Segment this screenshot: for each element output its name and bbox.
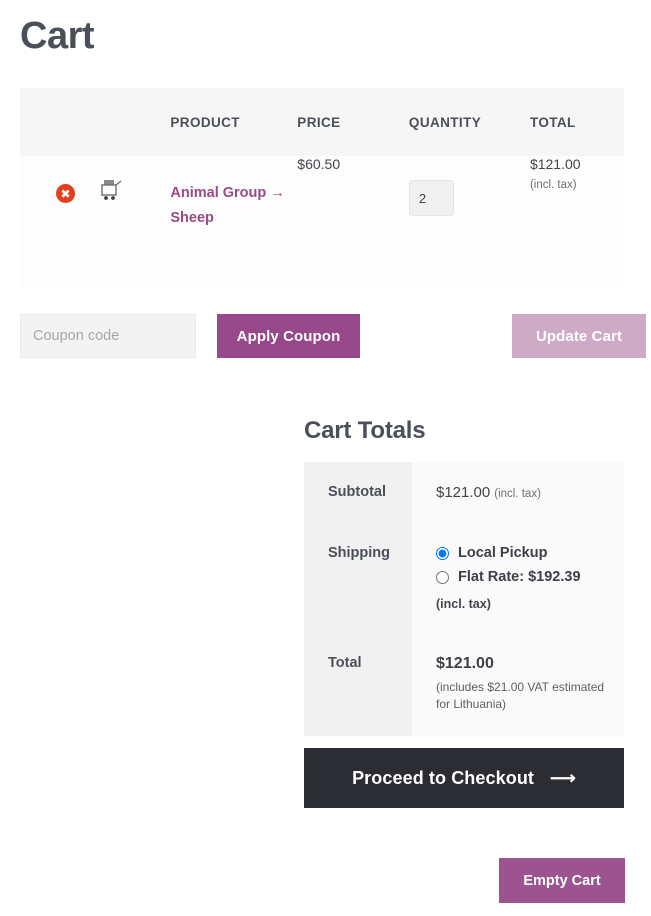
column-header-thumbnail (97, 88, 171, 156)
proceed-to-checkout-button[interactable]: Proceed to Checkout ⟶ (304, 748, 624, 808)
shipping-option-flat-rate[interactable]: Flat Rate: $192.39 (436, 569, 608, 585)
subtotal-label: Subtotal (304, 462, 412, 523)
cell-thumbnail (97, 156, 171, 286)
product-arrow-icon: → (270, 185, 285, 201)
line-total-tax-note: (incl. tax) (529, 179, 577, 191)
subtotal-tax-note: (incl. tax) (494, 488, 541, 500)
coupon-code-input[interactable] (20, 314, 196, 358)
cart-table-body: ✖ Animal Group → Sheep $60.50 2 $121.00 … (20, 156, 624, 286)
total-value: $121.00 (includes $21.00 VAT estimated f… (412, 633, 624, 736)
shipping-option-local-pickup[interactable]: Local Pickup (436, 545, 608, 561)
checkout-label: Proceed to Checkout (352, 767, 535, 788)
grand-total-amount: $121.00 (436, 655, 494, 672)
totals-row-total: Total $121.00 (includes $21.00 VAT estim… (304, 633, 624, 736)
column-header-product: PRODUCT (170, 88, 298, 156)
shipping-radio-local-pickup[interactable] (436, 546, 449, 560)
cart-item-row: ✖ Animal Group → Sheep $60.50 2 $121.00 … (20, 156, 624, 286)
cart-totals-title: Cart Totals (304, 417, 426, 444)
page-title: Cart (20, 15, 95, 57)
apply-coupon-button[interactable]: Apply Coupon (217, 314, 360, 358)
shipping-label: Shipping (304, 523, 412, 633)
cart-table-header-row: PRODUCT PRICE QUANTITY TOTAL (20, 88, 624, 156)
quantity-input[interactable] (408, 180, 454, 216)
cart-table: PRODUCT PRICE QUANTITY TOTAL ✖ Animal Gr… (20, 88, 624, 286)
cart-actions-row: Apply Coupon Update Cart (20, 314, 646, 358)
line-total-amount: $121.00 (529, 156, 581, 172)
total-label: Total (304, 633, 412, 736)
totals-row-subtotal: Subtotal $121.00 (incl. tax) (304, 462, 624, 523)
subtotal-amount: $121.00 (436, 484, 491, 501)
subtotal-value: $121.00 (incl. tax) (412, 462, 624, 523)
arrow-right-icon: ⟶ (550, 767, 576, 788)
cart-table-head: PRODUCT PRICE QUANTITY TOTAL (20, 88, 624, 156)
shipping-tax-note: (incl. tax) (436, 597, 491, 611)
cell-line-total: $121.00 (incl. tax) (529, 156, 624, 286)
cell-product-name: Animal Group → Sheep (170, 156, 298, 286)
product-link[interactable]: Animal Group → Sheep (170, 181, 297, 231)
column-header-total: TOTAL (529, 88, 624, 156)
cart-totals-table: Subtotal $121.00 (incl. tax) Shipping Lo… (304, 462, 624, 736)
empty-cart-button[interactable]: Empty Cart (499, 858, 625, 903)
shipping-option-flat-rate-label: Flat Rate: $192.39 (458, 569, 581, 585)
product-name-text: Animal Group (170, 185, 267, 201)
shipping-radio-flat-rate[interactable] (436, 570, 449, 584)
shipping-option-local-pickup-label: Local Pickup (458, 545, 548, 561)
remove-item-icon[interactable]: ✖ (56, 184, 75, 203)
shipping-value: Local Pickup Flat Rate: $192.39 (incl. t… (412, 523, 624, 633)
cell-quantity (408, 156, 530, 286)
cart-placeholder-icon[interactable] (98, 178, 124, 204)
column-header-quantity: QUANTITY (408, 88, 530, 156)
column-header-price: PRICE (297, 88, 409, 156)
update-cart-button[interactable]: Update Cart (512, 314, 646, 358)
cell-remove: ✖ (20, 156, 98, 286)
totals-row-shipping: Shipping Local Pickup Flat Rate: $192.39… (304, 523, 624, 633)
grand-total-vat-note: (includes $21.00 VAT estimated for Lithu… (436, 680, 605, 712)
product-variation-text: Sheep (170, 209, 214, 226)
column-header-remove (20, 88, 98, 156)
cell-price: $60.50 (297, 156, 409, 286)
cart-totals-body: Subtotal $121.00 (incl. tax) Shipping Lo… (304, 462, 624, 736)
